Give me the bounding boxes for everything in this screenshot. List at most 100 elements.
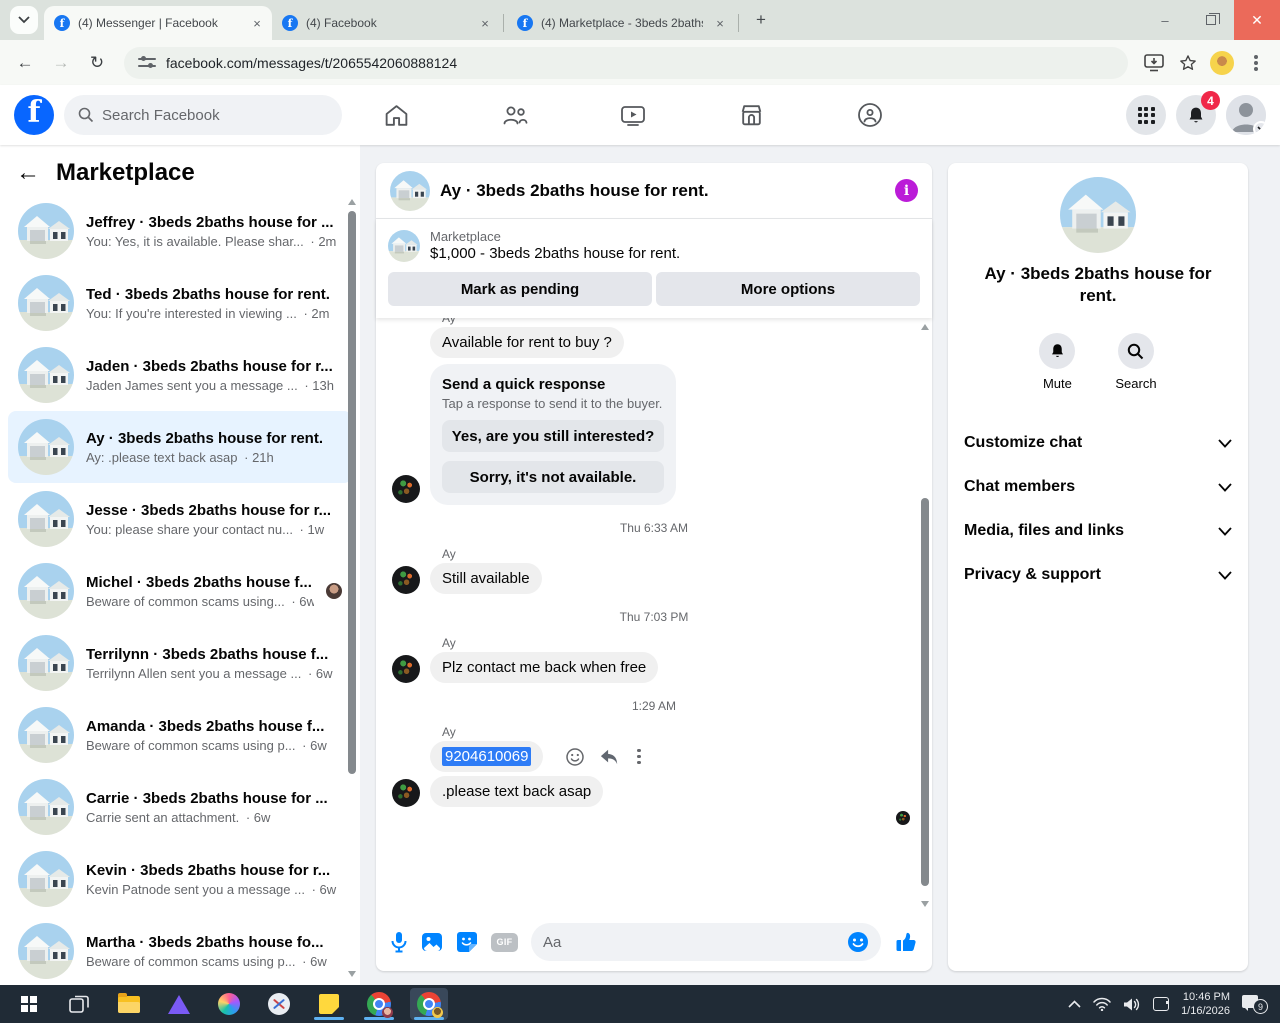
bookmark-star-icon[interactable]: [1174, 49, 1202, 77]
taskbar-clock[interactable]: 10:46 PM 1/16/2026: [1181, 990, 1230, 1019]
home-icon[interactable]: [368, 91, 424, 139]
gif-icon[interactable]: GIF: [491, 932, 518, 952]
conversation-list-item[interactable]: Michel · 3beds 2baths house f... Beware …: [8, 555, 352, 627]
tab-title: (4) Messenger | Facebook: [78, 16, 218, 30]
section-chat-members[interactable]: Chat members: [948, 465, 1248, 509]
window-close-button[interactable]: ✕: [1234, 0, 1280, 40]
tab-facebook[interactable]: f (4) Facebook ×: [272, 6, 500, 40]
more-options-button[interactable]: More options: [656, 272, 920, 306]
marketplace-icon[interactable]: [724, 91, 780, 139]
copilot-button[interactable]: [210, 988, 248, 1020]
message-bubble[interactable]: Plz contact me back when free: [430, 652, 659, 683]
tab-marketplace[interactable]: f (4) Marketplace - 3beds 2baths ×: [507, 6, 735, 40]
tab-search-button[interactable]: [10, 6, 38, 34]
snipping-tool-button[interactable]: [260, 988, 298, 1020]
message-bubble[interactable]: .please text back asap: [430, 776, 604, 807]
reply-icon[interactable]: [599, 748, 619, 766]
section-customize-chat[interactable]: Customize chat: [948, 421, 1248, 465]
message-input[interactable]: [543, 933, 839, 951]
tab-close-icon[interactable]: ×: [476, 14, 494, 32]
section-media-files-links[interactable]: Media, files and links: [948, 509, 1248, 553]
scrollbar-thumb[interactable]: [348, 211, 356, 775]
apps-menu-button[interactable]: [1126, 95, 1166, 135]
search-input[interactable]: [102, 106, 328, 124]
search-in-conversation-button[interactable]: Search: [1115, 333, 1157, 391]
friends-icon[interactable]: [487, 91, 543, 139]
mute-button[interactable]: Mute: [1039, 333, 1076, 391]
message-bubble[interactable]: Available for rent to buy ?: [430, 327, 624, 358]
notification-center-button[interactable]: 9: [1242, 994, 1268, 1014]
quick-reply-not-available-button[interactable]: Sorry, it's not available.: [442, 461, 664, 493]
account-avatar[interactable]: [1226, 95, 1266, 135]
conversation-list-item[interactable]: Terrilynn · 3beds 2baths house f... Terr…: [8, 627, 352, 699]
conversation-list-item[interactable]: Ay · 3beds 2baths house for rent. Ay: .p…: [8, 411, 352, 483]
back-arrow-icon[interactable]: ←: [16, 161, 40, 185]
url-text[interactable]: facebook.com/messages/t/2065542060888124: [166, 55, 457, 71]
site-info-icon[interactable]: [138, 55, 156, 70]
window-minimize-button[interactable]: –: [1142, 0, 1188, 40]
conversation-list-item[interactable]: Jesse · 3beds 2baths house for r... You:…: [8, 483, 352, 555]
browser-menu-icon[interactable]: [1242, 49, 1270, 77]
react-emoji-icon[interactable]: [565, 747, 585, 767]
tab-close-icon[interactable]: ×: [711, 14, 729, 32]
conversation-list-item[interactable]: Kevin · 3beds 2baths house for r... Kevi…: [8, 843, 352, 915]
volume-icon[interactable]: [1123, 997, 1141, 1012]
window-restore-button[interactable]: [1188, 0, 1234, 40]
reload-button[interactable]: ↻: [82, 48, 112, 78]
task-view-button[interactable]: [60, 988, 98, 1020]
conversation-list-item[interactable]: Jeffrey · 3beds 2baths house for ... You…: [8, 195, 352, 267]
listing-photo-avatar[interactable]: [390, 170, 430, 211]
file-explorer-button[interactable]: [110, 988, 148, 1020]
wifi-icon[interactable]: [1093, 997, 1111, 1011]
like-thumb-icon[interactable]: [894, 930, 918, 954]
conversation-list-item[interactable]: Carrie · 3beds 2baths house for ... Carr…: [8, 771, 352, 843]
sticky-notes-button[interactable]: [310, 988, 348, 1020]
browser-profile-avatar[interactable]: [1208, 49, 1236, 77]
tab-close-icon[interactable]: ×: [248, 14, 266, 32]
marketplace-banner: Marketplace $1,000 - 3beds 2baths house …: [376, 219, 932, 318]
message-input-container[interactable]: [531, 923, 881, 961]
tab-messenger[interactable]: f (4) Messenger | Facebook ×: [44, 6, 272, 40]
listing-photo-avatar[interactable]: [1060, 177, 1136, 253]
emoji-picker-icon[interactable]: [847, 931, 869, 953]
purple-app-button[interactable]: [160, 988, 198, 1020]
conversation-list-item[interactable]: Martha · 3beds 2baths house fo... Beware…: [8, 915, 352, 985]
conversation-name: Amanda · 3beds 2baths house f...: [86, 717, 325, 735]
sidebar-scrollbar[interactable]: [347, 197, 357, 979]
watch-icon[interactable]: [605, 91, 661, 139]
chevron-down-icon: [1218, 527, 1232, 536]
message-composer: GIF: [376, 913, 932, 971]
quick-reply-interested-button[interactable]: Yes, are you still interested?: [442, 420, 664, 452]
new-tab-button[interactable]: +: [748, 7, 774, 33]
back-button[interactable]: ←: [10, 48, 40, 78]
facebook-logo[interactable]: f: [14, 95, 54, 135]
section-privacy-support[interactable]: Privacy & support: [948, 553, 1248, 597]
conversation-list-item[interactable]: Amanda · 3beds 2baths house f... Beware …: [8, 699, 352, 771]
conversation-info-icon[interactable]: i: [895, 179, 918, 202]
banner-label: Marketplace: [430, 229, 501, 244]
tray-expand-chevron-icon[interactable]: [1068, 1000, 1081, 1008]
groups-icon[interactable]: [842, 91, 898, 139]
message-bubble[interactable]: 9204610069: [430, 741, 544, 772]
address-bar[interactable]: facebook.com/messages/t/2065542060888124: [124, 46, 1128, 79]
voice-clip-icon[interactable]: [390, 931, 408, 953]
message-more-icon[interactable]: [637, 754, 641, 759]
quick-response-subtitle: Tap a response to send it to the buyer.: [442, 396, 663, 411]
ime-language-icon[interactable]: [1153, 997, 1170, 1011]
start-button[interactable]: [10, 988, 48, 1020]
chrome-profile2-button[interactable]: [410, 988, 448, 1020]
windows-taskbar: 10:46 PM 1/16/2026 9: [0, 985, 1280, 1023]
scrollbar-thumb[interactable]: [921, 498, 929, 886]
forward-button[interactable]: →: [46, 48, 76, 78]
facebook-search[interactable]: [64, 95, 342, 135]
mark-as-pending-button[interactable]: Mark as pending: [388, 272, 652, 306]
notifications-button[interactable]: 4: [1176, 91, 1220, 135]
chat-scrollbar[interactable]: [920, 322, 930, 909]
conversation-list-item[interactable]: Ted · 3beds 2baths house for rent. You: …: [8, 267, 352, 339]
chrome-profile1-button[interactable]: [360, 988, 398, 1020]
install-app-icon[interactable]: [1140, 49, 1168, 77]
message-bubble[interactable]: Still available: [430, 563, 542, 594]
conversation-list-item[interactable]: Jaden · 3beds 2baths house for r... Jade…: [8, 339, 352, 411]
attach-photo-icon[interactable]: [421, 931, 443, 953]
sticker-icon[interactable]: [456, 931, 478, 953]
